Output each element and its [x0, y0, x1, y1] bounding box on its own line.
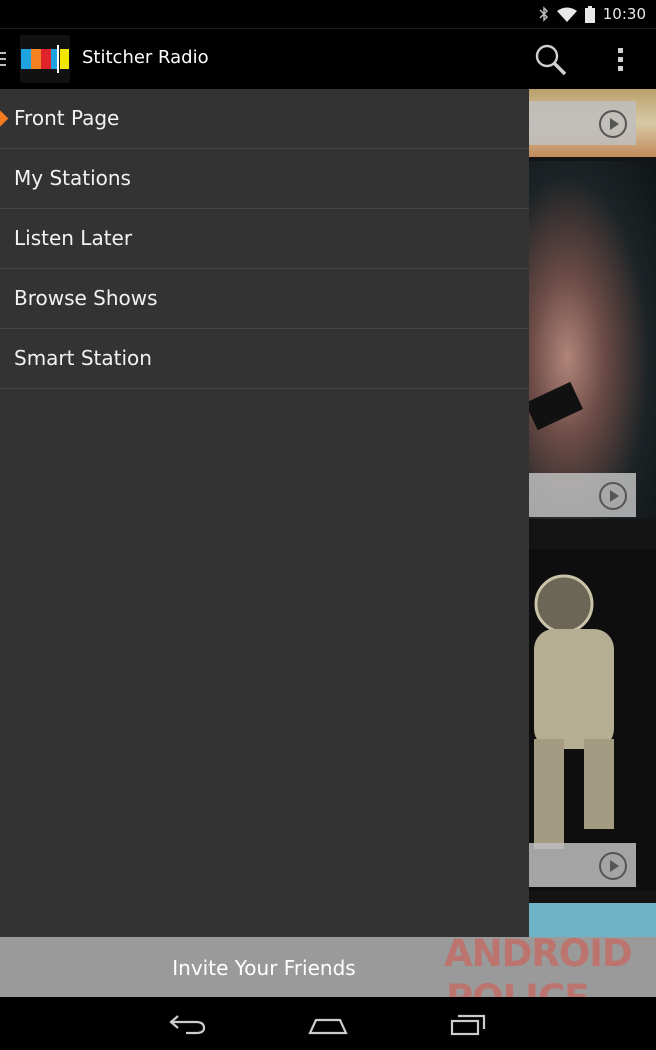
drawer-item-label: My Stations	[14, 166, 131, 190]
play-button[interactable]	[529, 843, 636, 887]
action-bar: Stitcher Radio	[0, 28, 656, 89]
active-indicator-icon	[0, 110, 9, 127]
drawer-item-browse-shows[interactable]: Browse Shows	[0, 269, 529, 329]
app-title: Stitcher Radio	[82, 47, 209, 68]
drawer-item-label: Smart Station	[14, 346, 152, 370]
system-nav-bar	[0, 997, 656, 1050]
station-card[interactable]	[529, 161, 656, 519]
battery-icon	[584, 5, 595, 23]
watermark-line1: ANDROID	[444, 932, 633, 975]
play-button[interactable]	[529, 101, 636, 145]
drawer-indicator-icon[interactable]	[0, 52, 6, 66]
astronaut-image	[534, 574, 614, 849]
drawer-item-my-stations[interactable]: My Stations	[0, 149, 529, 209]
drawer-item-smart-station[interactable]: Smart Station	[0, 329, 529, 389]
bluetooth-icon	[539, 6, 549, 22]
back-icon[interactable]	[168, 1011, 208, 1037]
card-art-detail	[529, 381, 583, 431]
drawer-item-listen-later[interactable]: Listen Later	[0, 209, 529, 269]
app-logo-icon[interactable]	[20, 35, 70, 83]
drawer-item-front-page[interactable]: Front Page	[0, 89, 529, 149]
status-time: 10:30	[602, 5, 646, 23]
search-icon[interactable]	[533, 43, 569, 77]
wifi-icon	[556, 7, 577, 22]
station-card[interactable]	[529, 89, 656, 157]
play-button[interactable]	[529, 473, 636, 517]
drawer-item-label: Listen Later	[14, 226, 133, 250]
drawer-item-label: Front Page	[14, 106, 120, 130]
home-icon[interactable]	[308, 1011, 348, 1037]
recents-icon[interactable]	[450, 1011, 490, 1037]
drawer-item-label: Browse Shows	[14, 286, 158, 310]
status-bar: 10:30	[0, 0, 656, 28]
overflow-menu-icon[interactable]	[610, 43, 630, 77]
station-list	[529, 89, 656, 937]
station-card[interactable]	[529, 549, 656, 891]
navigation-drawer: Front Page My Stations Listen Later Brow…	[0, 89, 529, 937]
